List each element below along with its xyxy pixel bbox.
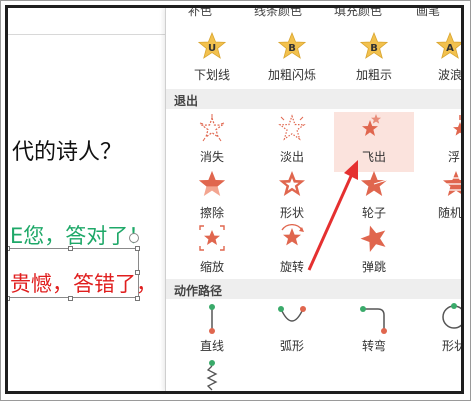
effect-fly-out[interactable]: 飞出: [334, 112, 414, 172]
star-fade-icon: [278, 114, 306, 141]
path-arc-icon: [278, 306, 306, 322]
star-b-icon: B: [278, 32, 306, 59]
effect-label: 消失: [199, 150, 224, 164]
animation-gallery: 补色 线条颜色 填充颜色 画笔 U 下划线 B 加粗闪烁 B 加粗示 A 波浪 …: [165, 8, 464, 391]
effect-disappear[interactable]: 消失: [176, 112, 248, 172]
effect-label: 飞出: [361, 150, 386, 164]
path-arc[interactable]: 弧形: [256, 301, 328, 361]
effect-zoom[interactable]: 缩放: [176, 222, 248, 282]
effect-label: 加粗闪烁: [267, 68, 316, 82]
path-line-icon: [209, 304, 215, 334]
star-b-icon: B: [360, 32, 388, 59]
section-title: 退出: [174, 94, 199, 108]
gallery-item-label[interactable]: 线条颜色: [254, 8, 302, 19]
effect-label: 加粗示: [355, 68, 392, 82]
effect-bounce[interactable]: 弹跳: [338, 222, 410, 282]
effect-underline[interactable]: U 下划线: [176, 30, 248, 90]
slide-edge: [8, 34, 168, 35]
wrong-answer-text[interactable]: 贵憾，答错了，: [10, 268, 157, 298]
effect-label: 形状: [441, 339, 464, 353]
svg-text:B: B: [370, 43, 378, 54]
star-bounce-icon: [360, 225, 386, 252]
effect-spin[interactable]: 旋转: [256, 222, 328, 282]
star-spin-icon: [281, 224, 304, 246]
effect-label: 弧形: [279, 339, 304, 353]
effect-wipe[interactable]: 擦除: [176, 168, 248, 228]
star-u-icon: U: [198, 32, 226, 59]
effect-label: 轮子: [361, 206, 386, 220]
effect-label: 浮出: [447, 150, 461, 164]
effect-label: 直线: [199, 339, 224, 353]
effect-wave[interactable]: A 波浪: [414, 30, 462, 90]
effect-bold-reveal[interactable]: B 加粗示: [338, 30, 410, 90]
gallery-item-label[interactable]: 画笔: [416, 8, 440, 19]
effect-label: 下划线: [193, 68, 230, 82]
svg-text:A: A: [446, 43, 454, 54]
path-shape-icon: [442, 303, 461, 329]
gallery-item-label[interactable]: 补色: [188, 8, 212, 19]
effect-label: 缩放: [199, 260, 224, 274]
path-shape[interactable]: 形状: [418, 301, 464, 361]
svg-text:B: B: [288, 43, 296, 54]
rotation-handle[interactable]: [129, 233, 139, 243]
screenshot-frame: 代的诗人？ E您，答对了！ 贵憾，答错了， 补色 线条颜色 填充颜色 画笔 U …: [0, 0, 471, 401]
star-zoom-icon: [199, 225, 225, 251]
path-turn[interactable]: 转弯: [338, 301, 410, 361]
effect-random-bars[interactable]: 随机线: [420, 168, 462, 228]
effect-label: 随机线: [437, 206, 462, 220]
svg-text:U: U: [208, 43, 216, 54]
resize-handle[interactable]: [68, 246, 73, 251]
star-a-icon: A: [436, 32, 461, 59]
section-title: 动作路径: [174, 284, 223, 298]
star-burst-icon: [199, 114, 225, 142]
effect-label: 弹跳: [361, 260, 386, 274]
star-shape-icon: [279, 171, 305, 196]
star-fly-icon: [362, 114, 381, 136]
window: 代的诗人？ E您，答对了！ 贵憾，答错了， 补色 线条颜色 填充颜色 画笔 U …: [5, 5, 464, 394]
star-bars-icon: [442, 171, 461, 196]
path-line[interactable]: 直线: [176, 301, 248, 361]
question-text[interactable]: 代的诗人？: [12, 134, 122, 166]
correct-answer-text[interactable]: E您，答对了！: [10, 220, 149, 250]
effect-label: 转弯: [361, 339, 386, 353]
effect-wheel[interactable]: 轮子: [338, 168, 410, 228]
resize-handle[interactable]: [8, 246, 10, 251]
effect-bold-flash[interactable]: B 加粗闪烁: [256, 30, 328, 90]
slide-canvas[interactable]: 代的诗人？ E您，答对了！ 贵憾，答错了，: [8, 8, 168, 391]
gallery-item-label[interactable]: 填充颜色: [334, 8, 382, 19]
effect-label: 波浪: [437, 68, 462, 82]
effect-shape[interactable]: 形状: [256, 168, 328, 228]
path-loops[interactable]: [176, 358, 248, 391]
section-header-exit: 退出: [166, 89, 461, 109]
effect-label: 擦除: [199, 206, 224, 220]
path-loops-icon: [206, 360, 218, 391]
star-wheel-icon: [361, 171, 388, 196]
path-turn-icon: [360, 306, 387, 334]
resize-handle[interactable]: [135, 246, 140, 251]
effect-fade[interactable]: 淡出: [256, 112, 328, 172]
star-float-icon: [453, 115, 461, 136]
star-wipe-icon: [199, 171, 225, 196]
effect-float-out[interactable]: 浮出: [424, 112, 461, 172]
effect-label: 淡出: [279, 150, 304, 164]
effect-label: 形状: [279, 206, 304, 220]
effect-label: 旋转: [279, 260, 304, 274]
section-header-motion-path: 动作路径: [166, 279, 461, 299]
